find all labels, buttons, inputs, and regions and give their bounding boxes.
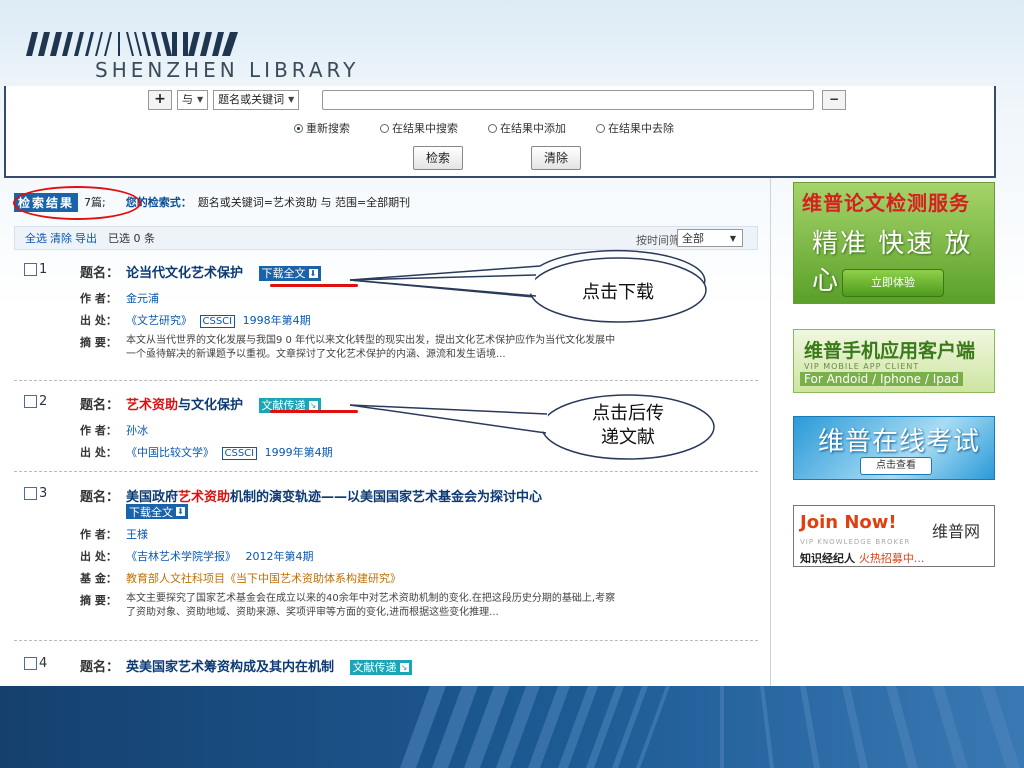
try-now-button[interactable]: 立即体验 — [842, 269, 944, 297]
ad-online-exam[interactable]: 维普在线考试 点击查看 — [793, 416, 995, 480]
ad-mobile-app[interactable]: 维普手机应用客户端 VIP MOBILE APP CLIENT For Ando… — [793, 329, 995, 393]
ad-paper-check[interactable]: 维普论文检测服务 精准 快速 放心 立即体验 — [793, 182, 995, 304]
footer-stripes — [400, 686, 1020, 768]
ad-title: Join Now! — [800, 512, 897, 533]
callout-download-text: 点击下载 — [582, 282, 654, 303]
ad-title: 维普手机应用客户端 — [804, 340, 976, 362]
recruit-label: 知识经纪人 — [800, 552, 855, 565]
ad-title: 维普在线考试 — [818, 427, 981, 457]
callout-line: 递文献 — [601, 427, 655, 448]
ad-join-now[interactable]: Join Now! 维普网 VIP KNOWLEDGE BROKER 知识经纪人… — [793, 505, 995, 567]
callout-line: 点击后传 — [592, 403, 664, 424]
ad-title: 维普论文检测服务 — [802, 191, 970, 215]
recruit-status: 火热招募中... — [858, 552, 925, 565]
ad-platforms: For Andoid / Iphone / Ipad — [800, 372, 963, 386]
ad-caption: VIP KNOWLEDGE BROKER — [800, 538, 911, 546]
ad-recruit: 知识经纪人 火热招募中... — [800, 550, 924, 566]
callout-delivery-text: 点击后传 递文献 — [558, 402, 698, 450]
view-button[interactable]: 点击查看 — [860, 457, 932, 475]
ad-caption: VIP MOBILE APP CLIENT — [804, 362, 920, 371]
ad-brand: 维普网 — [932, 522, 981, 541]
footer-banner — [0, 686, 1024, 768]
